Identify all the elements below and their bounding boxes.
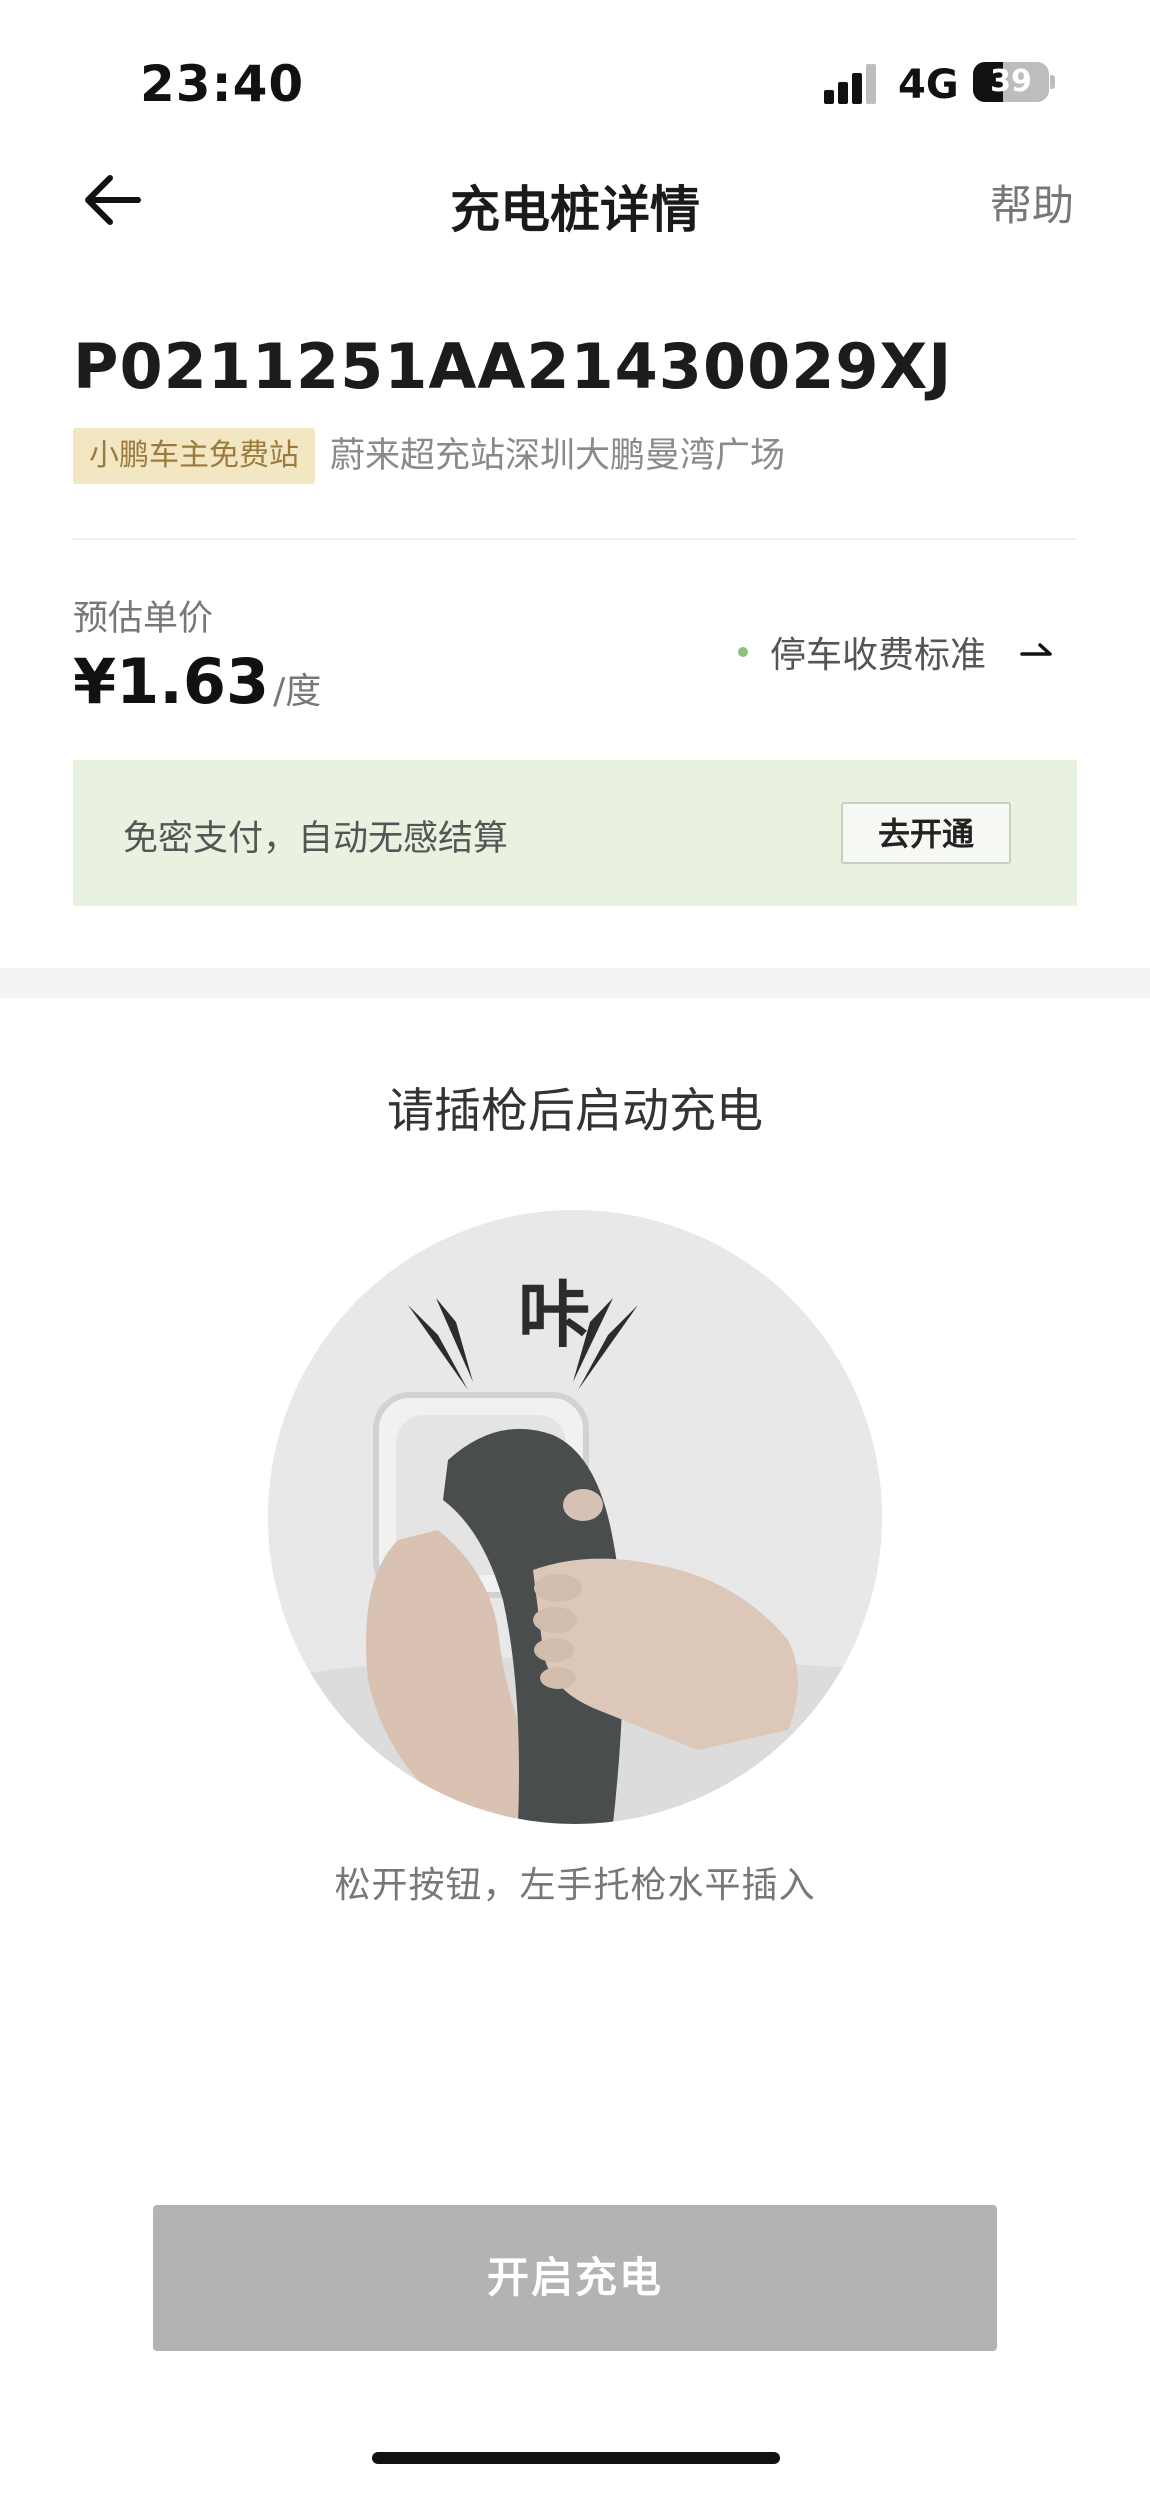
signal-icon (824, 64, 882, 104)
status-time: 23:40 (140, 55, 305, 113)
charger-id: P0211251AA21430029XJ (73, 330, 953, 403)
start-charging-button[interactable]: 开启充电 (153, 2205, 997, 2351)
back-button[interactable] (78, 170, 148, 230)
station-name: 蔚来超充站深圳大鹏曼湾广场 (330, 436, 786, 476)
battery-level: 39 (990, 64, 1032, 99)
illustration-sound-text: 咔 (518, 1273, 590, 1357)
price-value: ¥1.63/度 (73, 645, 321, 718)
plug-gun-illustration: 咔 (268, 1210, 882, 1824)
arrow-left-icon (85, 175, 141, 225)
parking-fee-link[interactable]: 停车收费标准 (738, 627, 1054, 677)
auto-pay-text: 免密支付，自动无感结算 (123, 819, 509, 859)
parking-fee-label: 停车收费标准 (770, 635, 987, 676)
battery-tip (1050, 75, 1055, 89)
instruction-subtitle: 松开按钮，左手托枪水平插入 (334, 1865, 816, 1906)
price-unit: /度 (273, 671, 322, 712)
plug-in-illustration: 咔 (268, 1210, 882, 1824)
instruction-title: 请插枪后启动充电 (387, 1084, 763, 1139)
divider (73, 538, 1077, 540)
price-label: 预估单价 (73, 599, 214, 639)
activate-button[interactable]: 去开通 (841, 802, 1011, 864)
dot-icon (738, 647, 748, 657)
network-type: 4G (898, 62, 959, 108)
auto-pay-banner: 免密支付，自动无感结算 去开通 (73, 760, 1077, 906)
free-station-badge: 小鹏车主免费站 (73, 428, 315, 484)
price-amount: ¥1.63 (73, 645, 270, 718)
battery-icon: 39 (973, 62, 1049, 102)
help-link[interactable]: 帮助 (990, 172, 1074, 233)
home-indicator[interactable] (372, 2452, 780, 2464)
page-title: 充电桩详情 (450, 181, 700, 239)
section-separator (0, 968, 1150, 998)
arrow-right-icon (1020, 643, 1052, 656)
